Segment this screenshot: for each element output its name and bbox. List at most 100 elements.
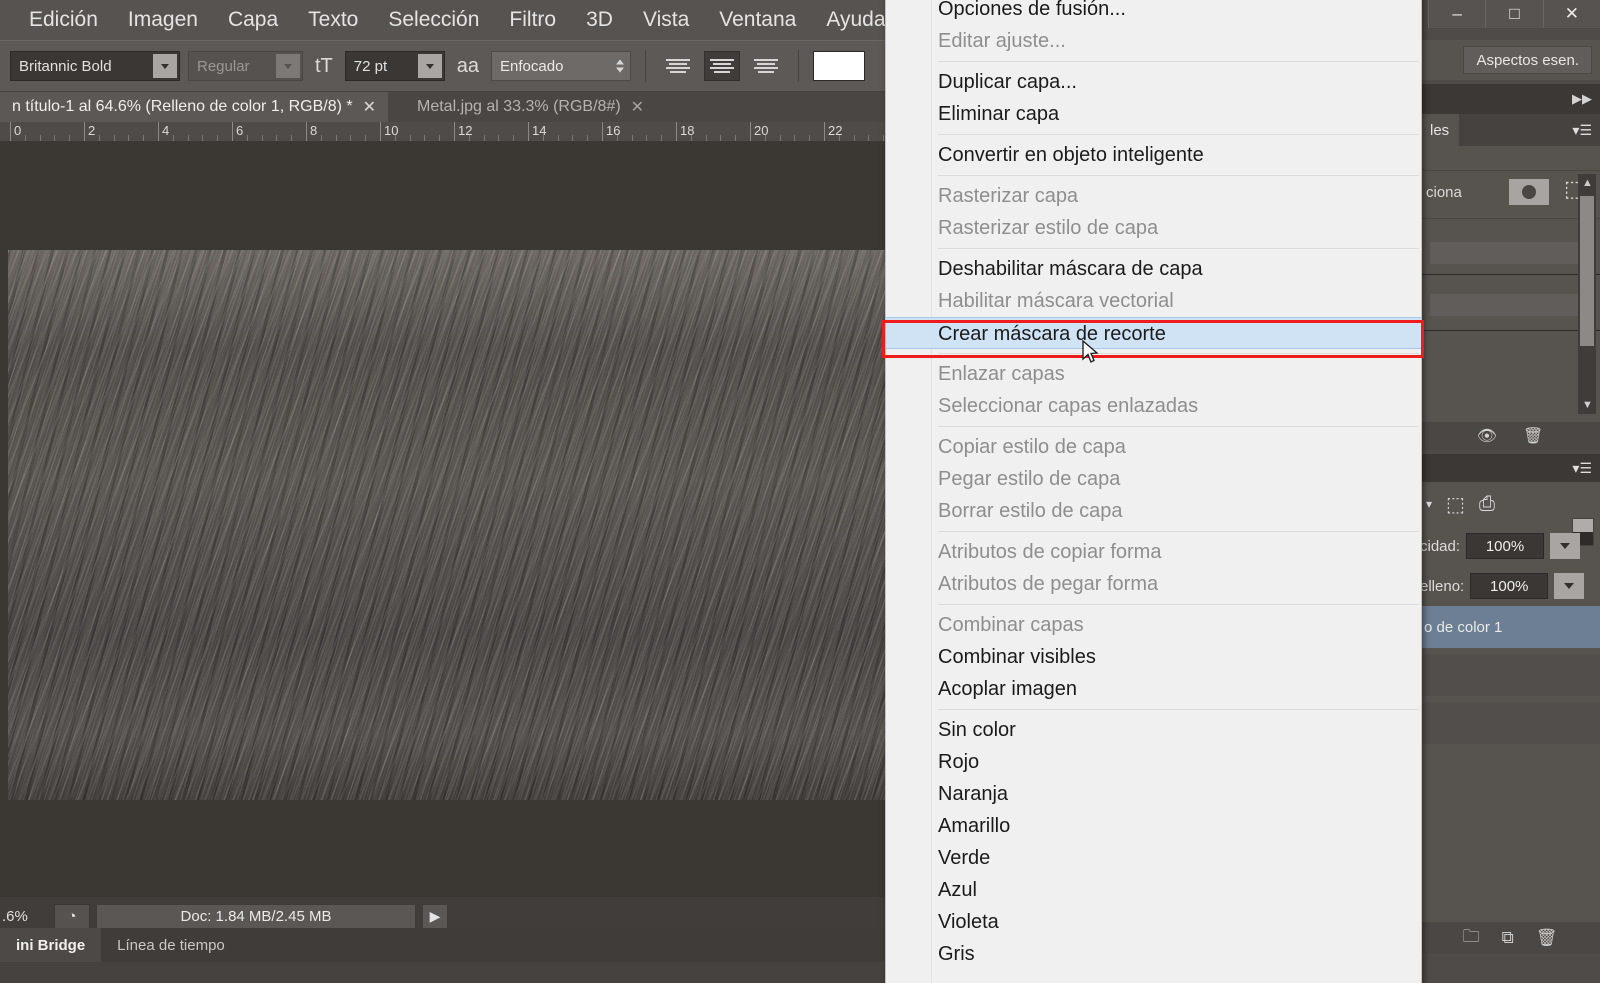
context-menu-separator bbox=[886, 527, 1421, 536]
context-menu-item-amarillo[interactable]: Amarillo bbox=[886, 810, 1421, 842]
scrollbar-thumb[interactable] bbox=[1580, 196, 1594, 346]
context-menu-item-borrar-estilo-de-capa: Borrar estilo de capa bbox=[938, 500, 1123, 522]
fill-value[interactable]: 100% bbox=[1470, 573, 1549, 599]
collapse-panels-icon[interactable]: ▶▶ bbox=[1572, 91, 1592, 107]
tab-mini-bridge[interactable]: ini Bridge bbox=[0, 928, 102, 962]
ruler-tick bbox=[84, 122, 85, 141]
ruler-minor-tick bbox=[838, 135, 840, 141]
folder-icon[interactable]: 🗀 bbox=[1463, 924, 1480, 953]
layer-context-menu[interactable]: Opciones de fusión... Editar ajuste... Dup… bbox=[885, 0, 1422, 983]
context-menu-item-duplicar-capa[interactable]: Duplicar capa... bbox=[886, 66, 1421, 98]
menubar-item-capa[interactable]: Capa bbox=[213, 0, 293, 40]
ruler-minor-tick bbox=[113, 135, 115, 141]
ruler-minor-tick bbox=[39, 135, 41, 141]
status-expand-arrow[interactable]: ▶ bbox=[422, 903, 448, 929]
transform-icon[interactable]: ⬚ bbox=[1446, 492, 1465, 517]
context-menu-item-enlazar-capas: Enlazar capas bbox=[938, 363, 1065, 385]
font-family-value: Britannic Bold bbox=[19, 57, 112, 75]
close-icon[interactable]: ✕ bbox=[631, 97, 644, 117]
context-menu-item-violeta[interactable]: Violeta bbox=[886, 906, 1421, 938]
close-icon[interactable]: ✕ bbox=[363, 97, 376, 117]
ruler-tick bbox=[232, 122, 233, 141]
eye-icon[interactable]: 👁 bbox=[1477, 426, 1497, 446]
align-right-button[interactable] bbox=[748, 51, 784, 81]
spinner-icon[interactable] bbox=[616, 59, 625, 73]
new-layer-icon[interactable]: ⧉ bbox=[1502, 928, 1514, 948]
context-menu-item-rojo[interactable]: Rojo bbox=[886, 746, 1421, 778]
context-menu-item-sin-color[interactable]: Sin color bbox=[886, 714, 1421, 746]
ruler-label: 4 bbox=[162, 123, 170, 138]
workspace-essentials-button[interactable]: Aspectos esen. bbox=[1463, 46, 1592, 74]
fill-stepper-icon[interactable] bbox=[1554, 573, 1585, 599]
font-size-select[interactable]: 72 pt bbox=[344, 51, 445, 81]
trash-icon[interactable]: 🗑 bbox=[1536, 928, 1558, 948]
trash-icon[interactable]: 🗑 bbox=[1523, 426, 1543, 446]
context-menu-item-azul[interactable]: Azul bbox=[886, 874, 1421, 906]
minimize-icon[interactable]: – bbox=[1429, 0, 1487, 28]
context-menu-item-combinar-visibles[interactable]: Combinar visibles bbox=[886, 641, 1421, 673]
context-menu-item-gris[interactable]: Gris bbox=[886, 938, 1421, 970]
ruler-minor-tick bbox=[616, 135, 618, 141]
ruler-minor-tick bbox=[631, 135, 633, 141]
ruler-minor-tick bbox=[187, 135, 189, 141]
context-menu-item-crear-máscara-de-recorte[interactable]: Crear máscara de recorte bbox=[886, 317, 1421, 349]
menubar-item-texto[interactable]: Texto bbox=[293, 0, 373, 40]
font-style-select[interactable]: Regular bbox=[188, 51, 303, 81]
zoom-level[interactable]: .6% bbox=[0, 908, 48, 925]
maximize-icon[interactable]: □ bbox=[1486, 0, 1544, 28]
close-icon[interactable]: ✕ bbox=[1544, 0, 1600, 28]
context-menu-item-verde[interactable]: Verde bbox=[886, 842, 1421, 874]
chevron-down-icon[interactable] bbox=[153, 54, 177, 78]
panel-menu-icon[interactable]: ▾☰ bbox=[1572, 460, 1592, 477]
opacity-value[interactable]: 100% bbox=[1466, 533, 1545, 559]
chevron-down-icon[interactable]: ▾ bbox=[1426, 497, 1432, 511]
ruler-tick bbox=[306, 122, 307, 141]
context-menu-item-naranja[interactable]: Naranja bbox=[886, 778, 1421, 810]
align-center-button[interactable] bbox=[704, 51, 741, 81]
panel-menu-icon[interactable]: ▾☰ bbox=[1572, 122, 1600, 139]
ruler-tick bbox=[602, 122, 603, 141]
menubar-item-3d[interactable]: 3D bbox=[571, 0, 628, 40]
panel-collapse-bar[interactable]: ▶▶ bbox=[1420, 84, 1600, 114]
scroll-up-icon[interactable]: ▲ bbox=[1582, 177, 1593, 189]
align-left-button[interactable] bbox=[660, 51, 696, 81]
chevron-down-icon[interactable] bbox=[276, 54, 300, 78]
context-menu-separator bbox=[886, 349, 1421, 358]
antialias-select[interactable]: Enfocado bbox=[491, 51, 632, 81]
pie-chart-icon[interactable]: ◔ bbox=[54, 903, 90, 929]
panel-tab-row: les ▾☰ bbox=[1420, 114, 1600, 146]
context-menu-item-convertir-en-objeto-inteligente[interactable]: Convertir en objeto inteligente bbox=[886, 139, 1421, 171]
tab-timeline[interactable]: Línea de tiempo bbox=[101, 928, 241, 962]
menubar-item-ventana[interactable]: Ventana bbox=[704, 0, 811, 40]
document-tab-0[interactable]: n título-1 al 64.6% (Relleno de color 1,… bbox=[0, 92, 389, 122]
text-color-swatch[interactable] bbox=[813, 51, 866, 81]
context-menu-item-deshabilitar-máscara-de-capa[interactable]: Deshabilitar máscara de capa bbox=[886, 253, 1421, 285]
context-menu-item-combinar-capas: Combinar capas bbox=[938, 614, 1084, 636]
layer-row[interactable] bbox=[1420, 702, 1600, 744]
opacity-stepper-icon[interactable] bbox=[1550, 533, 1581, 559]
scroll-down-icon[interactable]: ▼ bbox=[1582, 399, 1593, 411]
menubar-item-imagen[interactable]: Imagen bbox=[113, 0, 213, 40]
ruler-minor-tick bbox=[69, 135, 71, 141]
font-family-select[interactable]: Britannic Bold bbox=[10, 51, 180, 81]
panel-tab-adjustments[interactable]: les bbox=[1420, 114, 1460, 146]
link-layers-icon[interactable]: ⎙ bbox=[1479, 493, 1495, 516]
adjustments-scrollbar[interactable]: ▲ ▼ bbox=[1578, 174, 1596, 414]
document-tab-1[interactable]: Metal.jpg al 33.3% (RGB/8#) ✕ bbox=[405, 92, 657, 122]
chevron-down-icon[interactable] bbox=[417, 54, 442, 78]
context-menu-item-eliminar-capa[interactable]: Eliminar capa bbox=[886, 98, 1421, 130]
menubar-item-selecci-n[interactable]: Selección bbox=[373, 0, 494, 40]
layer-mask-icon[interactable] bbox=[1508, 178, 1550, 206]
layer-row-selected[interactable]: o de color 1 bbox=[1420, 606, 1600, 648]
layer-row[interactable] bbox=[1420, 654, 1600, 696]
menubar-item-vista[interactable]: Vista bbox=[628, 0, 704, 40]
menubar-item-filtro[interactable]: Filtro bbox=[494, 0, 571, 40]
ruler-minor-tick bbox=[764, 135, 766, 141]
ruler-tick bbox=[380, 122, 381, 141]
context-menu-item-opciones-de-fusión[interactable]: Opciones de fusión... bbox=[886, 0, 1421, 25]
menubar-item-edici-n[interactable]: Edición bbox=[14, 0, 113, 40]
ruler-tick bbox=[454, 122, 455, 141]
context-menu-separator bbox=[886, 705, 1421, 714]
adjustments-panel: ciona ⬚ ▲ ▼ 👁 🗑 bbox=[1420, 146, 1600, 450]
context-menu-item-acoplar-imagen[interactable]: Acoplar imagen bbox=[886, 673, 1421, 705]
